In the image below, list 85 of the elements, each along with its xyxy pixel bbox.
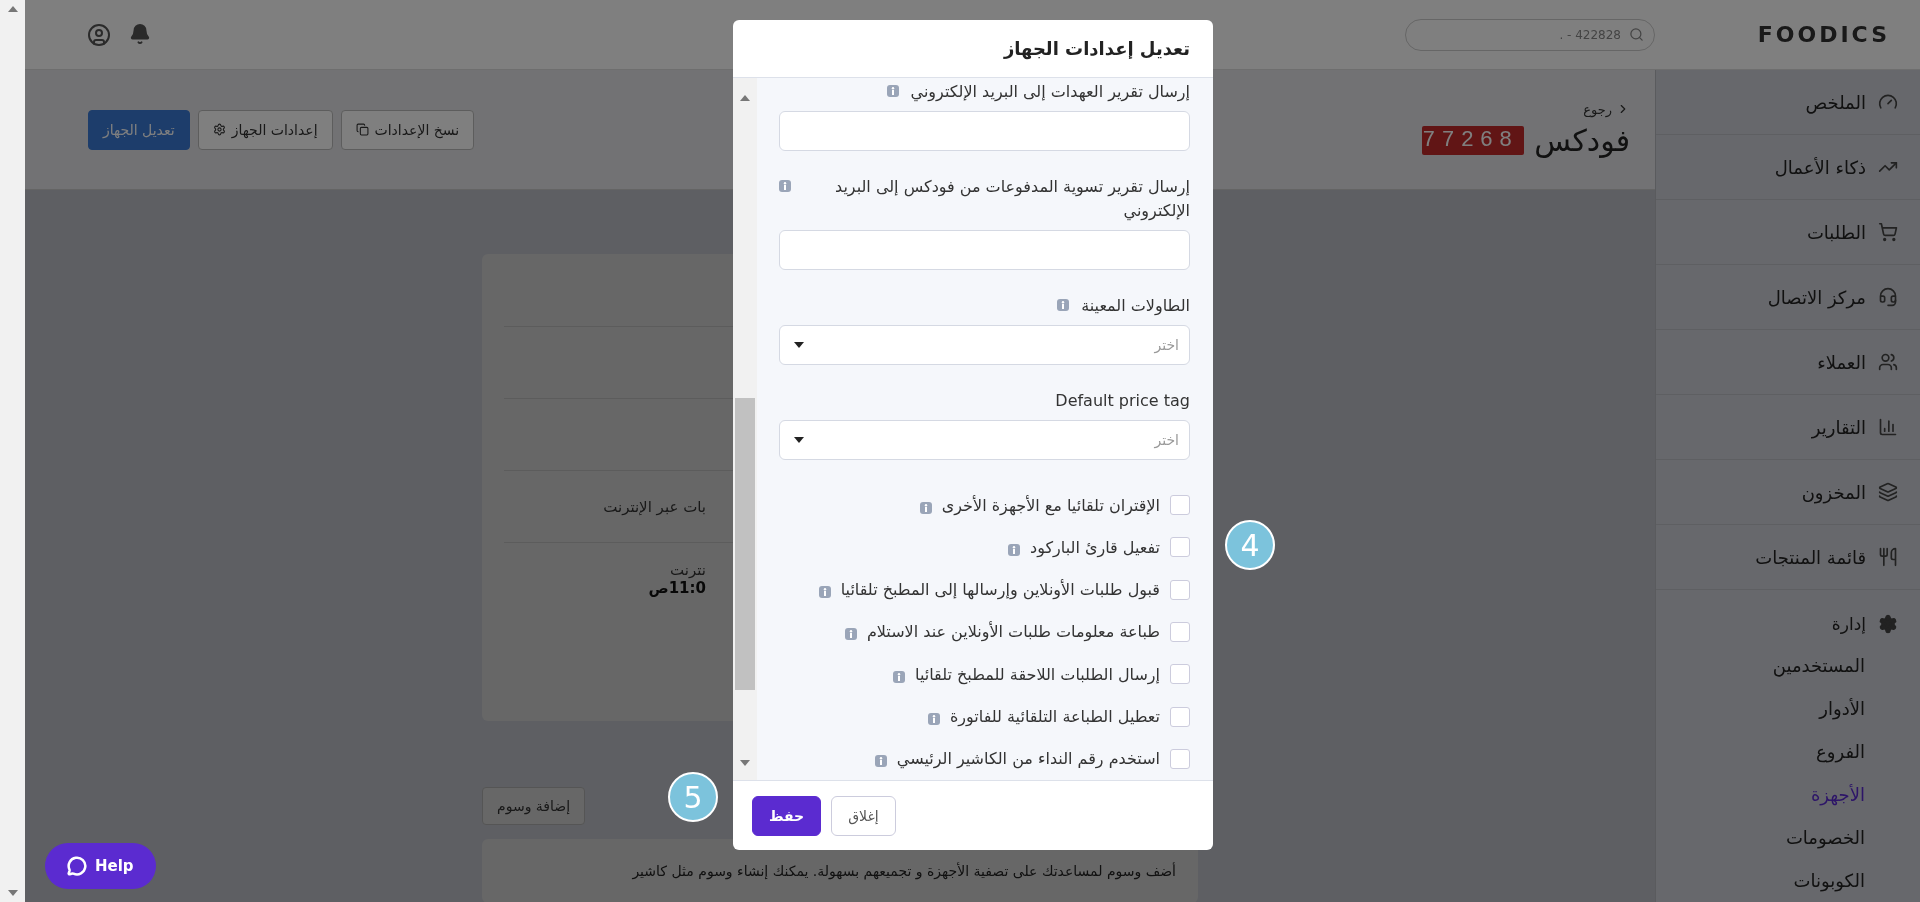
sidebar-subitem[interactable]: الكوبونات [1656, 859, 1920, 902]
bell-icon[interactable] [129, 22, 151, 45]
layers-icon [1878, 482, 1898, 502]
scroll-up-icon[interactable] [740, 95, 750, 101]
info-icon [919, 501, 932, 514]
modal-button[interactable]: إغلاق [831, 795, 896, 836]
info-icon [893, 670, 906, 683]
checkbox[interactable] [1170, 622, 1190, 642]
checkbox-label: قبول طلبات الأونلاين وإرسالها إلى المطبخ تلقائيا [840, 580, 1160, 600]
help-button[interactable]: Help [45, 843, 156, 889]
modal-button[interactable]: حفظ [752, 795, 822, 836]
scroll-up-icon[interactable] [7, 6, 18, 12]
checkbox-label: تعطيل الطباعة التلقائية للفاتورة [950, 707, 1160, 727]
step-badge: 4 [1225, 520, 1275, 570]
sidebar-item[interactable]: الملخص [1656, 70, 1920, 135]
caret-icon [794, 437, 804, 443]
select-field[interactable]: اختر [779, 325, 1190, 365]
sidebar-group[interactable]: إدارة [1656, 604, 1920, 644]
header-button[interactable]: تعديل الجهاز [88, 109, 190, 150]
info-icon [818, 586, 831, 599]
card-text: بات عبر الإنترنت [602, 497, 706, 516]
checkbox-label: تفعيل قارئ الباركود [1030, 537, 1160, 557]
card-value: 11:0ص [647, 578, 706, 597]
step-badge: 5 [668, 772, 718, 822]
logo: FOODICS [1756, 22, 1891, 47]
sidebar-subitem[interactable]: الأدوار [1656, 687, 1920, 730]
info-icon [928, 713, 940, 726]
sidebar-item[interactable]: العملاء [1656, 330, 1920, 395]
info-icon [844, 628, 857, 641]
sidebar-subitem[interactable]: المستخدمين [1656, 644, 1920, 687]
gear-icon [1878, 614, 1898, 634]
field-label: Default price tag [1055, 390, 1190, 412]
checkbox[interactable] [1170, 495, 1190, 516]
sidebar-subitem[interactable]: الأجهزة [1656, 773, 1920, 816]
checkbox-label: الإقتران تلقائيا مع الأجهزة الأخرى [941, 495, 1160, 515]
header-button[interactable]: نسخ الإعدادات [340, 109, 475, 150]
user-icon[interactable] [87, 22, 111, 47]
back-link[interactable]: رجوع [1422, 101, 1630, 117]
modal-title: تعديل إعدادات الجهاز [1003, 38, 1190, 59]
gear-icon [212, 123, 226, 136]
cart-icon [1878, 222, 1898, 242]
sidebar-item[interactable]: التقارير [1656, 395, 1920, 460]
field-label: الطاولات المعينة [1081, 295, 1190, 317]
users-icon [1878, 352, 1898, 372]
sidebar-item[interactable]: قائمة المنتجات [1656, 525, 1920, 590]
field-label: إرسال تقرير العهدات إلى البريد الإلكتروني [910, 81, 1190, 104]
bar-chart-icon [1878, 417, 1898, 437]
search-icon [1629, 27, 1644, 42]
input-field[interactable] [779, 230, 1190, 270]
field-label: إرسال تقرير تسوية المدفوعات من فودكس إلى البريد الإلكتروني [834, 176, 1190, 223]
info-icon [1008, 543, 1021, 556]
chat-icon [67, 856, 87, 876]
checkbox-label: طباعة معلومات طلبات الأونلاين عند الاستلام [866, 622, 1160, 642]
header-button[interactable]: إعدادات الجهاز [197, 109, 333, 150]
sidebar-item[interactable]: الطلبات [1656, 200, 1920, 265]
select-field[interactable]: اختر [779, 420, 1190, 460]
headset-icon [1878, 287, 1898, 307]
checkbox-label: إرسال الطلبات اللاحقة للمطبخ تلقائيا [915, 664, 1160, 684]
scroll-down-icon[interactable] [740, 760, 750, 766]
checkbox-label: استخدم رقم النداء من الكاشير الرئيسي [896, 749, 1160, 769]
checkbox[interactable] [1170, 579, 1190, 600]
checkbox[interactable] [1170, 537, 1190, 558]
scroll-down-icon[interactable] [7, 890, 18, 896]
add-tags-button[interactable]: إضافة وسوم [482, 787, 586, 825]
sidebar-item[interactable]: مركز الاتصال [1656, 265, 1920, 330]
checkbox[interactable] [1170, 706, 1190, 727]
copy-icon [355, 123, 369, 136]
gauge-icon [1878, 92, 1898, 112]
caret-icon [794, 342, 804, 348]
device-number: 77268 [1422, 125, 1525, 155]
scrollbar[interactable] [0, 0, 25, 902]
page-title: فودكس [1534, 122, 1630, 158]
checkbox[interactable] [1170, 748, 1190, 769]
info-icon [874, 755, 887, 768]
sidebar-subitem[interactable]: الفروع [1656, 730, 1920, 773]
search-value: 422828 - . [1559, 27, 1621, 42]
modal-scrollbar[interactable] [733, 78, 757, 780]
input-field[interactable] [779, 111, 1190, 151]
sidebar-item[interactable]: ذكاء الأعمال [1656, 135, 1920, 200]
utensils-icon [1878, 547, 1898, 567]
card-label: نترنت [669, 560, 706, 579]
sidebar-subitem[interactable]: الخصومات [1656, 816, 1920, 859]
sidebar-item[interactable]: المخزون [1656, 460, 1920, 525]
search-field[interactable]: 422828 - . [1405, 18, 1655, 51]
checkbox[interactable] [1170, 664, 1190, 685]
